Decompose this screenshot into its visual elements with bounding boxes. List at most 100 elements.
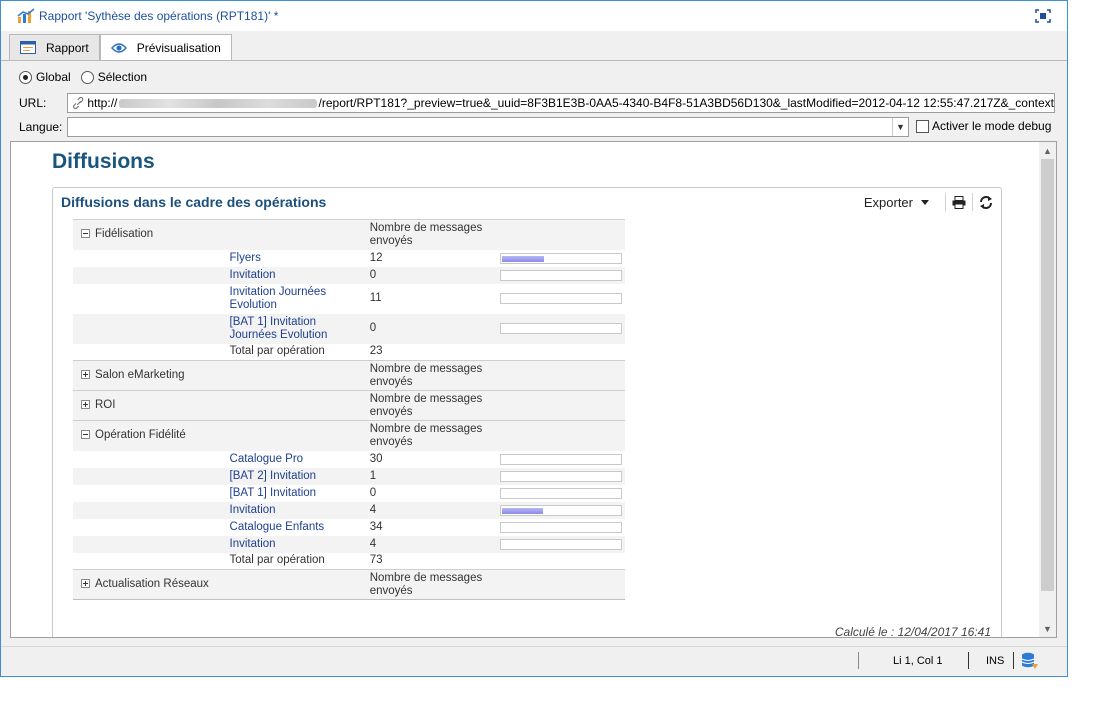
cursor-position: Li 1, Col 1 — [893, 655, 943, 667]
url-suffix: /report/RPT181?_preview=true&_uuid=8F3B1… — [318, 96, 1054, 110]
link-icon — [73, 96, 84, 110]
group-name: Fidélisation — [95, 228, 154, 241]
group-cell[interactable]: ROI — [73, 390, 367, 421]
group-cell[interactable]: Fidélisation — [73, 219, 367, 250]
radio-selection-label: Sélection — [97, 70, 148, 84]
export-dropdown-icon[interactable] — [921, 199, 929, 205]
progress-bar — [499, 252, 622, 264]
debug-checkbox[interactable] — [916, 119, 929, 133]
bar-header-cell — [496, 219, 625, 250]
window-title: Rapport 'Sythèse des opérations (RPT181)… — [39, 9, 279, 23]
group-cell[interactable]: Actualisation Réseaux — [73, 569, 367, 600]
radio-global-button[interactable] — [19, 70, 32, 84]
url-field[interactable]: http:// /report/RPT181?_preview=true&_uu… — [67, 93, 1055, 113]
total-value: 73 — [369, 554, 383, 567]
restore-window-icon[interactable] — [1035, 9, 1051, 23]
tab-rapport-label: Rapport — [46, 40, 89, 55]
report-window: Rapport 'Sythèse des opérations (RPT181)… — [0, 0, 1068, 677]
tab-previsualisation-label: Prévisualisation — [136, 41, 221, 55]
debug-toggle[interactable]: Activer le mode debug — [916, 119, 1051, 133]
export-button[interactable]: Exporter — [864, 195, 913, 210]
bar-cell — [497, 284, 625, 314]
table-row: [BAT 1] Invitation 0 — [73, 485, 625, 502]
message-count: 4 — [366, 535, 497, 553]
operation-link[interactable]: [BAT 1] Invitation — [227, 485, 367, 502]
database-icon[interactable] — [1021, 652, 1039, 670]
group-cell[interactable]: Opération Fidélité — [73, 420, 367, 451]
operation-link[interactable]: Catalogue Enfants — [227, 519, 367, 536]
bar-cell — [496, 313, 625, 344]
collapse-icon[interactable] — [81, 229, 90, 239]
scrollbar-thumb[interactable] — [1041, 159, 1054, 591]
expand-icon[interactable] — [81, 370, 90, 379]
message-count: 0 — [366, 266, 497, 284]
indent-cell — [73, 250, 227, 267]
indent-cell — [73, 344, 227, 361]
indent-cell — [73, 266, 227, 284]
table-row: Flyers 12 — [73, 250, 625, 267]
progress-bar — [499, 293, 622, 304]
operation-link[interactable]: Invitation — [226, 535, 367, 553]
message-count: 11 — [369, 292, 382, 304]
url-label: URL: — [19, 96, 47, 110]
expand-icon[interactable] — [81, 579, 90, 588]
status-separator — [968, 652, 969, 669]
operation-link[interactable]: Catalogue Pro — [227, 451, 367, 468]
bar-cell — [497, 344, 625, 361]
langue-row: Langue: ▼ Activer le mode debug — [19, 117, 1057, 137]
bar-cell — [497, 553, 625, 570]
url-host-redacted — [119, 98, 317, 108]
langue-select[interactable]: ▼ — [67, 117, 909, 137]
group-row[interactable]: Salon eMarketing Nombre de messages envoy… — [73, 360, 625, 391]
bar-cell — [497, 250, 625, 267]
progress-bar — [499, 538, 622, 550]
operation-link[interactable]: [BAT 2] Invitation — [226, 467, 367, 485]
total-label: Total par opération — [229, 345, 325, 358]
operation-link[interactable]: Invitation — [226, 266, 367, 284]
progress-bar — [499, 323, 622, 334]
table-row: Invitation 4 — [73, 501, 625, 519]
print-icon[interactable] — [952, 195, 966, 209]
message-count: 12 — [369, 251, 383, 264]
report-icon — [20, 41, 36, 54]
group-row[interactable]: Actualisation Réseaux Nombre de messages … — [73, 569, 625, 600]
radio-global[interactable]: Global — [19, 70, 71, 84]
expand-icon[interactable] — [81, 400, 90, 409]
radio-selection[interactable]: Sélection — [80, 70, 148, 84]
operation-link[interactable]: Invitation — [226, 501, 367, 519]
computed-timestamp: Calculé le : 12/04/2017 16:41 — [834, 625, 991, 638]
bar-header-cell — [496, 420, 625, 451]
progress-bar-fill — [501, 255, 544, 262]
tab-rapport[interactable]: Rapport — [9, 34, 100, 60]
table-bottom-rule — [73, 599, 625, 601]
refresh-icon[interactable] — [979, 195, 993, 209]
tab-divider — [1, 60, 1067, 61]
group-cell[interactable]: Salon eMarketing — [73, 360, 367, 391]
group-row[interactable]: ROI Nombre de messages envoyés — [73, 390, 625, 421]
indent-cell — [73, 535, 227, 553]
operation-link[interactable]: Invitation Journées Evolution — [227, 284, 367, 314]
chevron-down-icon[interactable]: ▼ — [892, 118, 908, 136]
message-count: 4 — [366, 501, 497, 519]
bar-cell — [496, 535, 625, 553]
tab-previsualisation[interactable]: Prévisualisation — [99, 34, 232, 61]
preview-scrollbar[interactable]: ▲ ▼ — [1039, 142, 1056, 637]
operation-link[interactable]: Flyers — [227, 250, 367, 267]
scroll-up-icon[interactable]: ▲ — [1039, 142, 1056, 159]
table-row: Catalogue Pro 30 — [73, 451, 625, 468]
radio-selection-button[interactable] — [80, 70, 94, 84]
total-label: Total par opération — [229, 554, 325, 567]
progress-bar — [499, 487, 622, 499]
group-row[interactable]: Opération Fidélité Nombre de messages env… — [73, 420, 625, 451]
message-count: 30 — [369, 452, 383, 465]
bottom-rule-cell — [73, 599, 625, 601]
group-row[interactable]: Fidélisation Nombre de messages envoyés — [73, 219, 625, 250]
eye-icon — [110, 43, 127, 53]
scroll-down-icon[interactable]: ▼ — [1039, 620, 1056, 637]
group-name: ROI — [95, 399, 116, 411]
table-row: [BAT 2] Invitation 1 — [73, 467, 625, 485]
collapse-icon[interactable] — [81, 430, 90, 440]
message-count: 0 — [366, 313, 497, 344]
indent-cell — [73, 451, 227, 468]
operation-link[interactable]: [BAT 1] Invitation Journées Evolution — [226, 313, 367, 344]
